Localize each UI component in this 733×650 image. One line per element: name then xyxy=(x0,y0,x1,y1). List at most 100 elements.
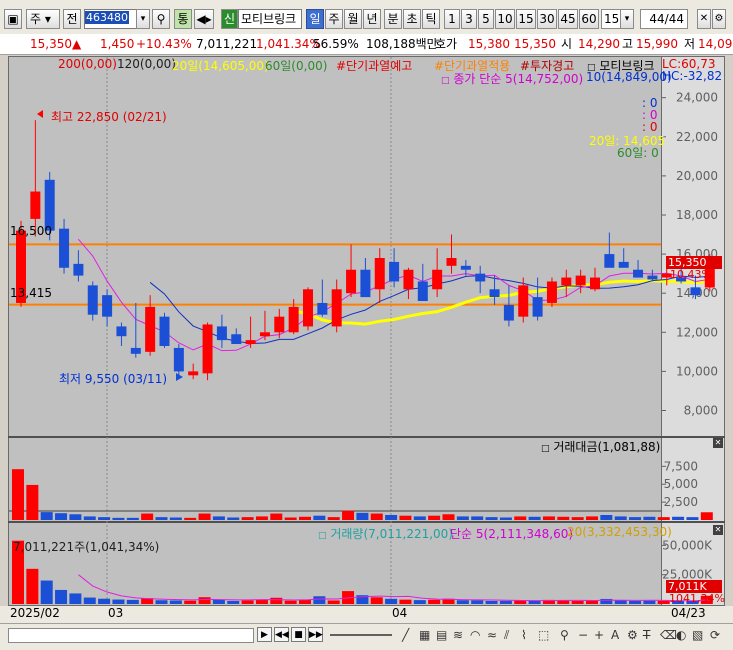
hline-13415-label: 13,415 xyxy=(10,286,52,300)
candle-body xyxy=(460,265,471,270)
legend-volume-ma20: 20(3,332,453,30) xyxy=(567,525,672,539)
x-label-apr: 04 xyxy=(392,606,408,620)
legend-hc: HC:-32,82 xyxy=(662,69,723,83)
volume-bar xyxy=(227,600,240,604)
volume-bar xyxy=(198,597,211,604)
tool-wave-icon[interactable]: ≈ xyxy=(487,628,497,642)
y-tick-label: 18,000 xyxy=(676,208,718,222)
amount-bar xyxy=(370,513,383,520)
amount-bar xyxy=(299,516,311,520)
volume-panel-close-icon[interactable]: ✕ xyxy=(713,525,723,535)
stop-icon[interactable]: ■ xyxy=(291,627,306,642)
amount-bar xyxy=(69,514,82,520)
text-style-icon[interactable]: T̶ xyxy=(643,628,650,642)
volume-pct-tag: 1041,34% xyxy=(669,592,725,605)
image-icon[interactable]: ▧ xyxy=(692,628,703,642)
zoom-out-icon[interactable]: − xyxy=(578,628,588,642)
refresh-icon[interactable]: ⟳ xyxy=(710,628,720,642)
right-ma60-value: 60일: 0 xyxy=(617,146,659,160)
legend-ma120: 120(0,00) xyxy=(117,57,176,71)
y-tick-label: 12,000 xyxy=(676,325,718,339)
amount-bar xyxy=(40,512,53,520)
candle-body xyxy=(73,263,84,276)
tool-grid-icon[interactable]: ▦ xyxy=(419,628,430,642)
volume-bar xyxy=(485,600,498,604)
amount-bar xyxy=(700,512,713,520)
amount-bar xyxy=(471,516,484,520)
amount-bar xyxy=(686,517,699,520)
candle-body xyxy=(604,254,615,268)
volume-bar xyxy=(155,600,168,604)
amount-bar xyxy=(399,515,412,520)
tool-fibo-icon[interactable]: ≋ xyxy=(453,628,463,642)
scroll-track[interactable] xyxy=(8,628,254,643)
candle-body xyxy=(575,275,586,286)
candle-body xyxy=(102,295,113,317)
x-label-right-date: 04/23 xyxy=(671,606,706,620)
eraser-icon[interactable]: ⌫ xyxy=(660,628,677,642)
amount-bar xyxy=(499,517,512,520)
amount-bar xyxy=(241,517,254,520)
volume-bar xyxy=(98,598,111,604)
zoom-slider[interactable] xyxy=(330,634,392,636)
volume-bar xyxy=(456,600,469,604)
volume-bar xyxy=(299,599,311,604)
text-tool-icon[interactable]: A xyxy=(611,628,619,642)
amount-bar xyxy=(255,516,268,520)
volume-bar xyxy=(184,600,197,604)
amount-bar xyxy=(83,516,96,520)
candle-body xyxy=(288,306,299,333)
amount-bar xyxy=(629,517,642,520)
magnifier-icon[interactable]: ⚲ xyxy=(560,628,569,642)
candle-body xyxy=(561,277,572,286)
candle-body xyxy=(145,306,156,352)
settings-gear-icon[interactable]: ⚙ xyxy=(627,628,638,642)
candle-body xyxy=(503,304,514,321)
candle-body xyxy=(590,277,600,290)
amount-bar xyxy=(600,514,613,520)
tool-select-icon[interactable]: ⬚ xyxy=(538,628,549,642)
volume-bar xyxy=(428,599,441,604)
candle-body xyxy=(202,324,213,374)
forward-icon[interactable]: ▶▶ xyxy=(308,627,323,642)
amount-bar xyxy=(557,516,570,520)
volume-bar xyxy=(83,597,96,604)
amount-bar xyxy=(126,517,139,520)
volume-bar xyxy=(571,600,584,604)
volume-bar xyxy=(657,600,670,604)
candle-body xyxy=(116,326,127,337)
zoom-in-icon[interactable]: + xyxy=(594,628,604,642)
x-label-feb: 2025/02 xyxy=(10,606,60,620)
bottom-bar: ▶ ◀◀ ■ ▶▶ ╱ ▦ ▤ ≋ ◠ ≈ ⫽ ⌇ ⬚ ⚲ − + A ⚙ T̶… xyxy=(0,623,733,650)
amount-panel-close-icon[interactable]: ✕ xyxy=(713,438,723,448)
candle-body xyxy=(432,269,443,290)
candle-body xyxy=(231,334,242,345)
candle-body xyxy=(159,316,170,346)
tool-arc-icon[interactable]: ◠ xyxy=(470,628,480,642)
scroll-right-icon[interactable]: ▶ xyxy=(257,627,272,642)
candle-body xyxy=(690,287,701,296)
volume-bar xyxy=(169,600,182,604)
tool-line-icon[interactable]: ╱ xyxy=(402,628,409,642)
candle-body xyxy=(446,258,457,266)
volume-bar xyxy=(528,600,541,604)
rewind-icon[interactable]: ◀◀ xyxy=(274,627,289,642)
volume-bar xyxy=(270,597,283,604)
panel-divider xyxy=(8,521,725,523)
volume-bar xyxy=(212,599,225,604)
amount-bar xyxy=(428,515,441,520)
volume-bar xyxy=(126,599,139,604)
amount-box-icon: □ xyxy=(541,444,550,454)
color-icon[interactable]: ◐ xyxy=(676,628,686,642)
candle-body xyxy=(130,347,141,354)
volume-box-icon: □ xyxy=(318,531,327,541)
volume-bar xyxy=(69,593,82,604)
tool-cycle-icon[interactable]: ⌇ xyxy=(521,628,527,642)
amount-bar xyxy=(12,469,24,520)
volume-bar xyxy=(55,589,68,604)
amount-bar xyxy=(141,513,154,520)
tool-channel-icon[interactable]: ⫽ xyxy=(504,628,509,643)
tool-pattern-icon[interactable]: ▤ xyxy=(436,628,447,642)
amount-bar xyxy=(184,517,197,520)
amount-bar xyxy=(643,516,656,520)
